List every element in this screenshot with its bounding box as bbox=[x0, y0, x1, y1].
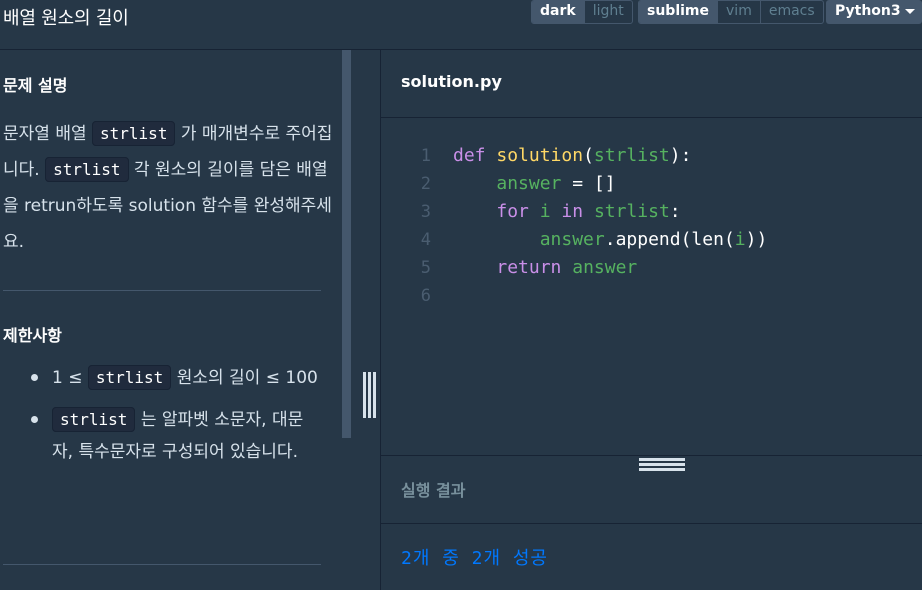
line-number: 3 bbox=[420, 202, 431, 222]
description-scrollbar[interactable] bbox=[342, 50, 351, 438]
vertical-resize-handle-icon[interactable] bbox=[363, 372, 377, 418]
description-text-1: 문자열 배열 bbox=[3, 124, 87, 144]
editor-panel: solution.py 1 def solution(strlist): 2 ans… bbox=[380, 50, 922, 590]
code-line[interactable]: 6 bbox=[381, 282, 922, 310]
code-text: for i in strlist: bbox=[496, 201, 681, 222]
line-number: 2 bbox=[420, 174, 431, 194]
theme-toggle: dark light bbox=[531, 0, 633, 24]
constraint-text: 원소의 길이 ≤ 100 bbox=[176, 368, 318, 388]
code-line[interactable]: 3 for i in strlist: bbox=[381, 198, 922, 226]
description-heading: 문제 설명 bbox=[3, 76, 68, 95]
problem-panel: 문제 설명 문자열 배열 strlist 가 매개변수로 주어집니다. strl… bbox=[0, 50, 380, 590]
output-title: 실행 결과 bbox=[401, 481, 466, 500]
theme-dark-option[interactable]: dark bbox=[532, 1, 585, 23]
line-number: 4 bbox=[420, 230, 431, 250]
code-line[interactable]: 4 answer.append(len(i)) bbox=[381, 226, 922, 254]
code-text: def solution(strlist): bbox=[453, 145, 692, 166]
inline-code: strlist bbox=[52, 407, 136, 432]
section-divider bbox=[3, 564, 321, 565]
constraints-list: 1 ≤ strlist 원소의 길이 ≤ 100 strlist 는 알파벳 소… bbox=[22, 362, 322, 478]
constraint-item: 1 ≤ strlist 원소의 길이 ≤ 100 bbox=[22, 362, 322, 394]
line-number: 6 bbox=[420, 286, 431, 306]
top-bar: 배열 원소의 길이 dark light sublime vim emacs P… bbox=[0, 0, 922, 50]
code-text: answer.append(len(i)) bbox=[539, 229, 768, 250]
page-title: 배열 원소의 길이 bbox=[3, 8, 129, 29]
file-tab-bar: solution.py bbox=[381, 50, 922, 118]
code-line[interactable]: 2 answer = [] bbox=[381, 170, 922, 198]
constraint-text: 1 ≤ bbox=[52, 368, 83, 388]
language-label: Python3 bbox=[835, 3, 901, 19]
constraints-heading: 제한사항 bbox=[3, 326, 62, 345]
caret-down-icon bbox=[905, 9, 915, 14]
output-header: 실행 결과 bbox=[381, 472, 922, 524]
code-editor[interactable]: 1 def solution(strlist): 2 answer = [] 3 fo… bbox=[381, 118, 922, 455]
section-divider bbox=[3, 290, 321, 291]
code-line[interactable]: 1 def solution(strlist): bbox=[381, 142, 922, 170]
result-summary: 2개 중 2개 성공 bbox=[401, 548, 548, 569]
code-line[interactable]: 5 return answer bbox=[381, 254, 922, 282]
file-name-tab[interactable]: solution.py bbox=[401, 72, 502, 91]
inline-code: strlist bbox=[87, 365, 172, 390]
inline-code: strlist bbox=[45, 157, 129, 182]
editor-sublime-option[interactable]: sublime bbox=[639, 1, 719, 23]
horizontal-resize-handle-icon[interactable] bbox=[639, 458, 685, 472]
language-dropdown[interactable]: Python3 bbox=[826, 0, 922, 24]
problem-description: 문자열 배열 strlist 가 매개변수로 주어집니다. strlist 각 … bbox=[3, 116, 333, 260]
theme-light-option[interactable]: light bbox=[585, 1, 632, 23]
output-divider bbox=[381, 455, 922, 456]
line-number: 5 bbox=[420, 258, 431, 278]
editor-emacs-option[interactable]: emacs bbox=[761, 1, 823, 23]
editor-mode-toggle: sublime vim emacs bbox=[638, 0, 824, 24]
line-number: 1 bbox=[420, 146, 431, 166]
code-text: return answer bbox=[496, 257, 638, 278]
editor-vim-option[interactable]: vim bbox=[718, 1, 761, 23]
output-body: 2개 중 2개 성공 bbox=[381, 524, 922, 590]
inline-code: strlist bbox=[92, 121, 176, 146]
code-text: answer = [] bbox=[496, 173, 616, 194]
constraint-item: strlist 는 알파벳 소문자, 대문자, 특수문자로 구성되어 있습니다. bbox=[22, 404, 322, 468]
